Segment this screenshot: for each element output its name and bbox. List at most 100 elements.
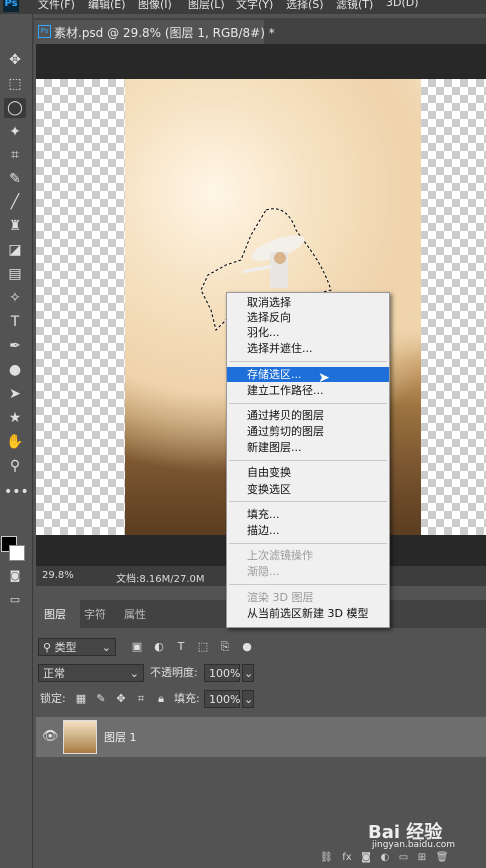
menu-item-label: 取消选择 <box>247 296 291 309</box>
menu-3d[interactable]: 3D(D) <box>386 0 419 9</box>
tab-properties[interactable]: 属性 <box>124 606 146 622</box>
menu-item-transform-selection[interactable]: 变换选区 <box>227 482 389 497</box>
psd-file-icon: Ps <box>38 25 51 38</box>
group-icon[interactable]: ▭ <box>399 852 408 863</box>
lock-all-icon[interactable]: 🔒︎ <box>154 690 168 708</box>
woman-figure <box>242 235 305 288</box>
menu-filter[interactable]: 滤镜(T) <box>336 0 373 12</box>
menu-item-deselect[interactable]: 取消选择 <box>227 295 389 310</box>
smart-object-filter-icon[interactable]: ⎘ <box>218 638 232 656</box>
trash-icon[interactable]: 🗑︎ <box>436 852 449 863</box>
blend-row: 正常 ⌄ 不透明度: 100% ⌄ <box>36 662 486 686</box>
menu-item-make-work-path[interactable]: 建立工作路径... <box>227 383 389 398</box>
shape-icon[interactable]: ★ <box>4 408 26 428</box>
menu-item-label: 渐隐... <box>247 565 280 578</box>
more-icon[interactable]: ••• <box>4 482 29 502</box>
adjustment-layer-icon[interactable]: ◐ <box>381 852 390 863</box>
layer-name[interactable]: 图层 1 <box>104 729 137 745</box>
magic-wand-icon[interactable]: ✦ <box>4 122 26 142</box>
ps-logo-icon: Ps <box>3 0 19 12</box>
lock-position-icon[interactable]: ✥ <box>114 690 128 708</box>
menu-item-new-layer[interactable]: 新建图层... <box>227 440 389 455</box>
hand-icon[interactable]: ✋ <box>4 432 26 452</box>
filter-toggle-icon[interactable]: ● <box>240 638 254 656</box>
filter-kind-label: 类型 <box>54 641 77 654</box>
shape-filter-icon[interactable]: ⬚ <box>196 638 210 656</box>
fill-dropdown-icon[interactable]: ⌄ <box>242 690 254 708</box>
menu-item-inverse[interactable]: 选择反向 <box>227 310 389 325</box>
menu-separator <box>229 543 387 544</box>
eraser-icon[interactable]: ◪ <box>4 240 26 260</box>
fill-input[interactable]: 100% <box>204 690 240 708</box>
adjustment-filter-icon[interactable]: ◐ <box>152 638 166 656</box>
menu-item-label: 新建图层... <box>247 441 302 454</box>
eye-icon[interactable]: 👁︎ <box>42 729 59 744</box>
menu-item-layer-via-cut[interactable]: 通过剪切的图层 <box>227 424 389 439</box>
menu-separator <box>229 403 387 404</box>
menu-item-label: 选择并遮住... <box>247 342 313 355</box>
menu-type[interactable]: 文字(Y) <box>236 0 273 12</box>
menu-item-label: 从当前选区新建 3D 模型 <box>247 607 369 620</box>
layer-row[interactable]: 👁︎ 图层 1 <box>36 717 486 757</box>
zoom-icon[interactable]: ⚲ <box>4 456 26 476</box>
opacity-dropdown-icon[interactable]: ⌄ <box>242 664 254 682</box>
menu-image[interactable]: 图像(I) <box>138 0 172 12</box>
tab-character[interactable]: 字符 <box>84 606 106 622</box>
blend-mode-select[interactable]: 正常 ⌄ <box>38 664 144 682</box>
layer-thumbnail <box>63 720 97 754</box>
lock-artboard-icon[interactable]: ⌗ <box>134 690 148 708</box>
stamp-icon[interactable]: ♜ <box>4 216 26 236</box>
menu-edit[interactable]: 编辑(E) <box>88 0 126 12</box>
lasso-icon[interactable]: ◯ <box>4 98 26 118</box>
fill-label: 填充: <box>174 692 200 705</box>
menu-item-free-transform[interactable]: 自由变换 <box>227 465 389 480</box>
lock-transparent-icon[interactable]: ▦ <box>74 690 88 708</box>
zoom-level[interactable]: 29.8% <box>42 570 74 581</box>
opacity-input[interactable]: 100% <box>204 664 240 682</box>
menu-item-layer-via-copy[interactable]: 通过拷贝的图层 <box>227 408 389 423</box>
menu-item-label: 上次滤镜操作 <box>247 549 313 562</box>
type-filter-icon[interactable]: T <box>174 638 188 656</box>
menu-item-save-selection[interactable]: 存储选区... <box>227 367 389 382</box>
menu-item-fill[interactable]: 填充... <box>227 507 389 522</box>
menu-separator <box>229 584 387 585</box>
link-layers-icon[interactable]: ⛓ <box>320 852 333 863</box>
menu-separator <box>229 361 387 362</box>
menu-file[interactable]: 文件(F) <box>38 0 75 12</box>
marquee-icon[interactable]: ⬚ <box>4 74 26 94</box>
move-icon[interactable]: ✥ <box>4 50 26 70</box>
crop-icon[interactable]: ⌗ <box>4 145 26 165</box>
new-layer-icon[interactable]: ⊞ <box>418 852 426 863</box>
menu-item-feather[interactable]: 羽化... <box>227 325 389 340</box>
tab-layers[interactable]: 图层 <box>44 606 66 622</box>
filter-kind-select[interactable]: ⚲ 类型 ⌄ <box>38 638 116 656</box>
brush-icon[interactable]: ╱ <box>4 192 26 212</box>
background-color[interactable] <box>9 545 25 561</box>
screen-mode-icon[interactable]: ▭ <box>4 590 26 610</box>
menu-item-label: 选择反向 <box>247 311 291 324</box>
document-tab[interactable]: Ps 素材.psd @ 29.8% (图层 1, RGB/8#) * <box>34 20 275 44</box>
fx-icon[interactable]: fx <box>342 852 351 863</box>
pixel-filter-icon[interactable]: ▣ <box>130 638 144 656</box>
mouse-cursor-icon: ➤ <box>318 370 330 386</box>
quick-mask-icon[interactable]: ◙ <box>4 566 26 586</box>
add-mask-icon[interactable]: ◙ <box>361 852 371 863</box>
menu-separator <box>229 501 387 502</box>
menu-item-label: 通过剪切的图层 <box>247 425 324 438</box>
menu-item-select-and-mask[interactable]: 选择并遮住... <box>227 341 389 356</box>
gradient-icon[interactable]: ▤ <box>4 264 26 284</box>
dodge-icon[interactable]: ● <box>4 360 26 380</box>
type-icon[interactable]: T <box>4 312 26 332</box>
menu-item-label: 建立工作路径... <box>247 384 324 397</box>
eyedropper-icon[interactable]: ✎ <box>4 169 26 189</box>
lock-image-icon[interactable]: ✎ <box>94 690 108 708</box>
pen-icon[interactable]: ✒ <box>4 336 26 356</box>
path-select-icon[interactable]: ➤ <box>4 384 26 404</box>
layers-panel-footer: ⛓ fx ◙ ◐ ▭ ⊞ 🗑︎ <box>320 852 448 863</box>
document-title: 素材.psd @ 29.8% (图层 1, RGB/8#) * <box>54 26 275 40</box>
menu-item-stroke[interactable]: 描边... <box>227 523 389 538</box>
menu-select[interactable]: 选择(S) <box>286 0 324 12</box>
menu-item-new-3d-from-selection[interactable]: 从当前选区新建 3D 模型 <box>227 606 389 621</box>
menu-layer[interactable]: 图层(L) <box>188 0 225 12</box>
blur-icon[interactable]: ✧ <box>4 288 26 308</box>
